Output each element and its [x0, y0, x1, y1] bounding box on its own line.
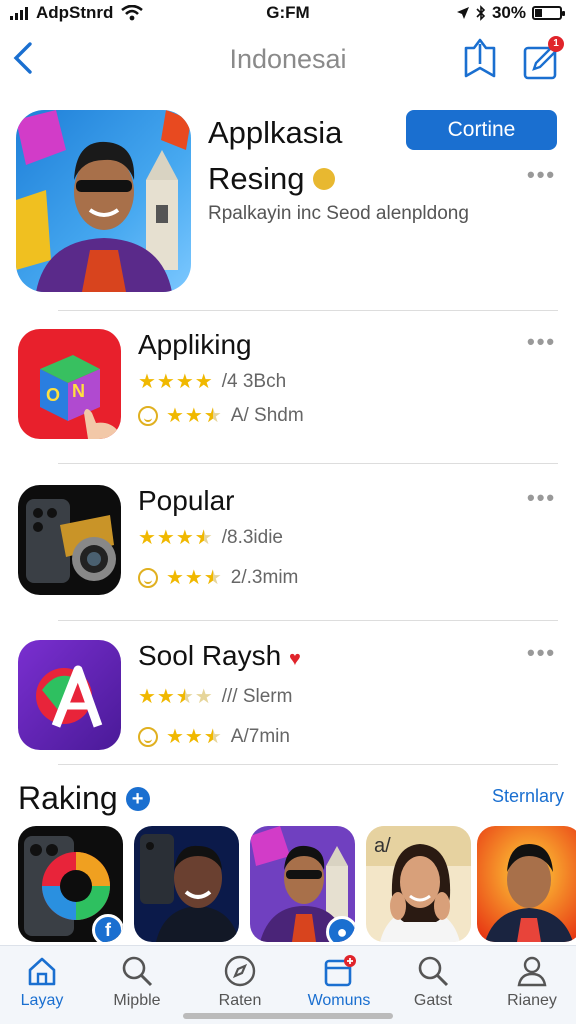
- more-options-icon[interactable]: •••: [527, 640, 556, 666]
- svg-text:N: N: [72, 381, 85, 401]
- battery-percent: 30%: [491, 3, 526, 22]
- rating-row: ★★★★ /4 3Bch: [138, 369, 286, 394]
- app-name: Sool Raysh: [138, 640, 282, 671]
- rating-stars: ★★★★★: [138, 527, 214, 549]
- rating-row: ★★★★★ /8.3idie: [138, 525, 283, 550]
- meta-text: A/ Shdm: [230, 404, 304, 426]
- rating-text: /4 3Bch: [221, 370, 287, 392]
- tab-label: Rianey: [507, 992, 557, 1009]
- divider: [58, 310, 558, 311]
- featured-title-line2: Resing: [208, 161, 305, 196]
- ranking-title: Raking: [18, 780, 118, 816]
- meta-stars: ★★★★: [166, 567, 223, 589]
- location-icon: [456, 7, 469, 19]
- edit-button[interactable]: 1: [520, 36, 566, 82]
- tab-gatst[interactable]: Gatst: [385, 954, 481, 1010]
- app-name: Popular: [138, 485, 235, 516]
- ranking-see-all-link[interactable]: Sternlary: [492, 786, 564, 807]
- meta-text: A/7min: [230, 725, 290, 747]
- rating-row: ★★★★★ /// Slerm: [138, 684, 292, 709]
- tab-mipble[interactable]: Mipble: [89, 954, 185, 1010]
- rating-text: /8.3idie: [221, 526, 284, 548]
- ranking-card[interactable]: [477, 826, 576, 942]
- ranking-card[interactable]: f: [18, 826, 123, 942]
- divider: [58, 463, 558, 464]
- rating-stars: ★★★★: [138, 371, 214, 393]
- list-item[interactable]: Popular ★★★★★ /8.3idie ★★★★ 2/.3mim •••: [0, 485, 576, 615]
- smiley-icon: [138, 567, 158, 588]
- home-indicator[interactable]: [183, 1013, 393, 1019]
- get-button[interactable]: Cortine: [406, 110, 557, 150]
- list-item[interactable]: O N Appliking ★★★★ /4 3Bch ★★★★ A/ Shdm …: [0, 329, 576, 459]
- tab-bar: Layay Mipble Raten Womuns Gatst Rianey: [0, 945, 576, 1024]
- facebook-icon: f: [92, 914, 123, 942]
- meta-row: ★★★★ A/ Shdm: [138, 403, 304, 428]
- tab-label: Womuns: [307, 992, 371, 1009]
- tab-label: Gatst: [413, 992, 453, 1009]
- more-options-icon[interactable]: •••: [527, 162, 556, 188]
- bookmark-share-icon[interactable]: [460, 36, 500, 80]
- app-name: Appliking: [138, 329, 252, 360]
- compass-icon: [224, 955, 256, 987]
- add-icon[interactable]: +: [125, 786, 150, 811]
- more-options-icon[interactable]: •••: [527, 485, 556, 511]
- calendar-icon: [324, 955, 356, 987]
- home-icon: [28, 957, 56, 986]
- battery-icon: [532, 6, 565, 20]
- ranking-header: Raking +: [18, 780, 150, 817]
- tab-womuns[interactable]: Womuns: [291, 954, 387, 1010]
- meta-stars: ★★★★: [166, 405, 223, 427]
- meta-row: ★★★★ 2/.3mim: [138, 565, 298, 590]
- featured-app-subtitle: Rpalkayin inc Seod alenpldong: [208, 203, 469, 224]
- card-label: a/: [374, 835, 391, 857]
- meta-text: 2/.3mim: [230, 566, 299, 588]
- search-icon: [418, 956, 449, 987]
- featured-app-title[interactable]: Applkasia Resing: [208, 110, 398, 202]
- meta-stars: ★★★★: [166, 726, 223, 748]
- tab-label: Raten: [218, 992, 262, 1009]
- tab-label: Mipble: [113, 992, 161, 1009]
- divider: [58, 620, 558, 621]
- appliking-icon[interactable]: O N: [18, 329, 121, 439]
- tab-rianey[interactable]: Rianey: [484, 954, 576, 1010]
- ranking-card[interactable]: ●: [250, 826, 355, 942]
- edit-badge: 1: [548, 36, 564, 52]
- status-right: 30%: [456, 3, 565, 23]
- smiley-icon: [138, 726, 158, 747]
- svg-text:O: O: [46, 385, 60, 405]
- divider: [58, 764, 558, 765]
- tab-raten[interactable]: Raten: [192, 954, 288, 1010]
- heart-icon: ♥: [288, 648, 301, 670]
- meta-row: ★★★★ A/7min: [138, 724, 290, 749]
- tab-layay[interactable]: Layay: [0, 954, 90, 1010]
- app-name-row: Sool Raysh ♥: [138, 640, 301, 672]
- featured-app-icon[interactable]: [16, 110, 191, 292]
- ranking-card[interactable]: a/: [366, 826, 471, 942]
- sool-raysh-icon[interactable]: [18, 640, 121, 750]
- tab-label: Layay: [20, 992, 64, 1009]
- more-options-icon[interactable]: •••: [527, 329, 556, 355]
- person-badge-icon: ●: [326, 916, 355, 942]
- person-icon: [517, 956, 547, 987]
- ranking-card[interactable]: [134, 826, 239, 942]
- status-bar: AdpStnrd G:FM 30%: [0, 0, 576, 28]
- rating-stars: ★★★★★: [138, 686, 214, 708]
- bluetooth-icon: [476, 5, 486, 21]
- featured-app[interactable]: Applkasia Resing Rpalkayin inc Seod alen…: [0, 110, 576, 305]
- popular-app-icon[interactable]: [18, 485, 121, 595]
- rating-text: /// Slerm: [221, 685, 293, 707]
- ranking-carousel[interactable]: f ● a/: [18, 826, 576, 944]
- list-item[interactable]: Sool Raysh ♥ ★★★★★ /// Slerm ★★★★ A/7min…: [0, 640, 576, 770]
- smiley-icon: [138, 405, 158, 426]
- search-icon: [122, 956, 153, 987]
- battery-fill: [535, 9, 542, 17]
- nav-bar: Indonesai 1: [0, 30, 576, 90]
- featured-title-line1: Applkasia: [208, 115, 343, 150]
- coin-icon: [313, 167, 336, 190]
